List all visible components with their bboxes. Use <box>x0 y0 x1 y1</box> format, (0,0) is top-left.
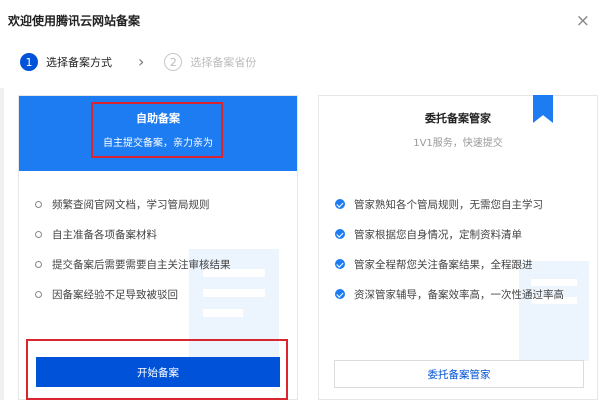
check-circle-icon <box>335 259 345 269</box>
self-service-header: 自助备案 自主提交备案，亲力亲为 <box>19 96 297 171</box>
list-item: 管家根据您自身情况，定制资料清单 <box>335 219 564 249</box>
list-item: 提交备案后需要需要自主关注审核结果 <box>35 249 231 279</box>
scrollbar[interactable] <box>0 88 4 400</box>
chevron-right-icon: › <box>138 52 145 71</box>
managed-subtitle: 1V1服务，快速提交 <box>413 138 503 149</box>
list-item: 频繁查阅官网文档，学习管局规则 <box>35 189 231 219</box>
highlight-box <box>91 102 223 158</box>
check-circle-icon <box>335 199 345 209</box>
managed-title: 委托备案管家 <box>425 112 491 125</box>
dialog-title: 欢迎使用腾讯云网站备案 <box>8 14 141 28</box>
step-2-number: 2 <box>164 53 183 71</box>
step-1-label: 选择备案方式 <box>46 56 112 69</box>
managed-header: 委托备案管家 1V1服务，快速提交 <box>319 95 597 171</box>
radio-circle-icon <box>35 290 42 298</box>
managed-card: 委托备案管家 1V1服务，快速提交 管家熟知各个管局规则，无需您自主学习 管家根… <box>318 95 598 400</box>
radio-circle-icon <box>35 230 42 238</box>
check-circle-icon <box>335 289 345 299</box>
list-item: 因备案经验不足导致被驳回 <box>35 279 231 309</box>
managed-feature-list: 管家熟知各个管局规则，无需您自主学习 管家根据您自身情况，定制资料清单 管家全程… <box>335 189 564 309</box>
self-service-card: 自助备案 自主提交备案，亲力亲为 频繁查阅官网文档，学习管局规则 自主准备各项备… <box>18 95 298 400</box>
check-circle-icon <box>335 229 345 239</box>
list-item: 管家熟知各个管局规则，无需您自主学习 <box>335 189 564 219</box>
start-filing-button[interactable]: 开始备案 <box>36 357 280 387</box>
list-item: 管家全程帮您关注备案结果，全程跟进 <box>335 249 564 279</box>
filing-dialog: 欢迎使用腾讯云网站备案 × 1 选择备案方式 › 2 选择备案省份 自助备案 自… <box>0 0 600 400</box>
step-1-number: 1 <box>20 53 38 71</box>
close-icon[interactable]: × <box>576 13 590 30</box>
step-indicator: 1 选择备案方式 › 2 选择备案省份 <box>20 51 256 73</box>
list-item: 资深管家辅导，备案效率高，一次性通过率高 <box>335 279 564 309</box>
self-service-feature-list: 频繁查阅官网文档，学习管局规则 自主准备各项备案材料 提交备案后需要需要自主关注… <box>35 189 231 309</box>
radio-circle-icon <box>35 200 42 208</box>
list-item: 自主准备各项备案材料 <box>35 219 231 249</box>
entrust-manager-button[interactable]: 委托备案管家 <box>334 360 584 388</box>
radio-circle-icon <box>35 260 42 268</box>
step-2-label: 选择备案省份 <box>190 56 257 69</box>
